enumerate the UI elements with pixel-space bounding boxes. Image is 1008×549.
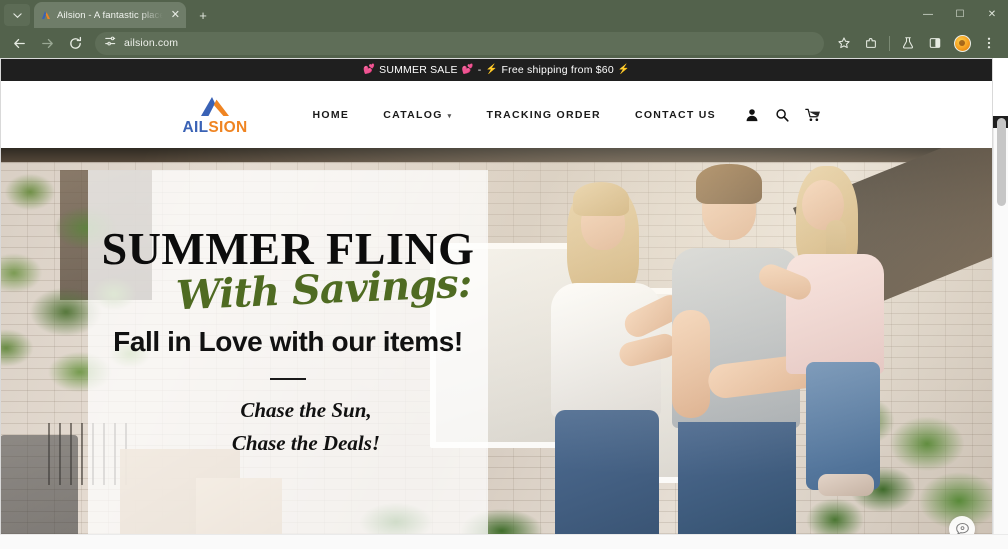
website-page: 💕 SUMMER SALE 💕 - ⚡ Free shipping from $…	[0, 58, 993, 549]
url-text: ailsion.com	[124, 37, 179, 49]
nav-item-contact-us[interactable]: CONTACT US	[618, 109, 733, 121]
nav-item-tracking-order[interactable]: TRACKING ORDER	[469, 109, 617, 121]
forward-button[interactable]	[34, 30, 60, 56]
chevron-down-icon: ▾	[447, 112, 453, 120]
logo-text-part2: SION	[208, 118, 248, 136]
back-button[interactable]	[6, 30, 32, 56]
hero-script-line: With Savings:	[175, 259, 473, 320]
window-controls: — ☐ ✕	[912, 0, 1008, 28]
logo-text: AILSION	[183, 120, 248, 136]
heart-emoji-left: 💕	[363, 64, 376, 75]
announcement-separator: -	[477, 63, 482, 76]
reload-button[interactable]	[62, 30, 88, 56]
new-tab-button[interactable]: +	[192, 4, 214, 26]
hero-tagline: Chase the Sun, Chase the Deals!	[232, 394, 380, 459]
browser-tab[interactable]: Ailsion - A fantastic place to f ✕	[34, 2, 186, 28]
tab-strip: Ailsion - A fantastic place to f ✕ + — ☐…	[0, 0, 1008, 28]
logo-text-part1: AIL	[182, 118, 209, 136]
main-navigation: HOME CATALOG ▾ TRACKING ORDER CONTACT US	[296, 108, 994, 122]
tune-icon[interactable]	[104, 34, 116, 52]
site-logo[interactable]: AILSION	[183, 94, 248, 136]
toolbar-right-icons	[831, 30, 1002, 56]
hero-subheadline: Fall in Love with our items!	[113, 326, 463, 357]
toolbar-divider	[889, 35, 890, 51]
site-header: AILSION HOME CATALOG ▾ TRACKING ORDER CO…	[0, 81, 993, 148]
tab-title: Ailsion - A fantastic place to f	[57, 9, 166, 21]
three-dot-menu-icon[interactable]	[976, 30, 1002, 56]
nav-item-catalog[interactable]: CATALOG ▾	[366, 109, 469, 121]
split-view-icon[interactable]	[922, 30, 948, 56]
account-icon[interactable]	[745, 108, 759, 122]
hero-banner: Summer SUMMER FLING With Savings: Fall i…	[0, 148, 993, 534]
announcement-shipping-text: Free shipping from $60	[501, 63, 614, 76]
window-close-button[interactable]: ✕	[976, 0, 1008, 28]
horizontal-scrollbar[interactable]	[0, 534, 1008, 549]
ailsion-favicon	[40, 9, 52, 21]
vertical-scrollbar-thumb[interactable]	[997, 118, 1006, 206]
extensions-icon[interactable]	[858, 30, 884, 56]
nav-item-catalog-label: CATALOG	[383, 108, 443, 121]
flask-icon[interactable]	[895, 30, 921, 56]
cart-icon[interactable]	[805, 108, 821, 122]
nav-item-home[interactable]: HOME	[296, 109, 367, 121]
bolt-icon-left: ⚡	[485, 64, 498, 75]
announcement-bar: 💕 SUMMER SALE 💕 - ⚡ Free shipping from $…	[0, 58, 993, 81]
search-icon[interactable]	[775, 108, 789, 122]
announcement-sale-text: SUMMER SALE	[379, 63, 458, 76]
profile-avatar[interactable]	[949, 30, 975, 56]
browser-toolbar: ailsion.com	[0, 28, 1008, 58]
hero-tagline-line1: Chase the Sun,	[240, 398, 372, 422]
logo-mark-icon	[201, 96, 229, 116]
hero-tagline-line2: Chase the Deals!	[231, 430, 381, 455]
window-minimize-button[interactable]: —	[912, 0, 944, 28]
page-viewport: 💕 SUMMER SALE 💕 - ⚡ Free shipping from $…	[0, 58, 1008, 549]
tab-search-button[interactable]	[4, 4, 30, 26]
hero-divider-rule	[270, 378, 306, 380]
hero-copy: SUMMER FLING With Savings: Fall in Love …	[88, 170, 488, 534]
tab-close-icon[interactable]: ✕	[171, 9, 180, 21]
vertical-scrollbar[interactable]	[993, 116, 1008, 549]
bookmark-star-icon[interactable]	[831, 30, 857, 56]
heart-emoji-right: 💕	[461, 64, 474, 75]
window-maximize-button[interactable]: ☐	[944, 0, 976, 28]
address-bar[interactable]: ailsion.com	[95, 31, 824, 55]
browser-window: Ailsion - A fantastic place to f ✕ + — ☐…	[0, 0, 1008, 549]
bolt-icon-right: ⚡	[617, 64, 630, 75]
header-icon-group	[733, 108, 993, 122]
